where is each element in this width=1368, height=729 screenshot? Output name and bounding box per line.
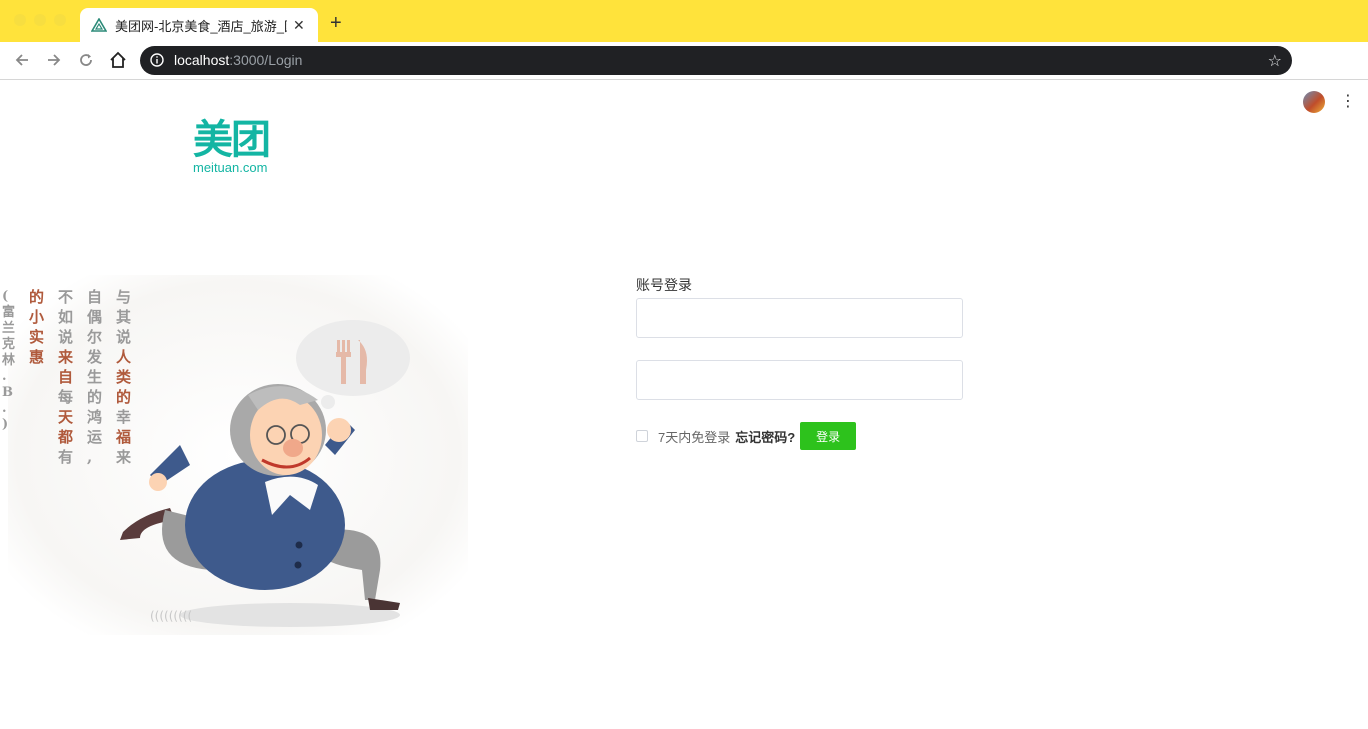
meituan-logo[interactable]: 美团 meituan.com: [193, 118, 283, 178]
info-icon[interactable]: [150, 53, 164, 67]
logo-en-text: meituan.com: [193, 160, 268, 175]
browser-tab-strip: 美团网-北京美食_酒店_旅游_团购 ✕ +: [0, 0, 1368, 42]
reload-icon[interactable]: [76, 50, 96, 70]
back-icon[interactable]: [12, 50, 32, 70]
forward-icon[interactable]: [44, 50, 64, 70]
window-minimize-dot[interactable]: [34, 14, 46, 26]
window-maximize-dot[interactable]: [54, 14, 66, 26]
tab-title: 美团网-北京美食_酒店_旅游_团购: [115, 18, 287, 34]
new-tab-icon[interactable]: +: [330, 13, 342, 33]
remember-label[interactable]: 7天内免登录: [658, 427, 730, 446]
login-heading: 账号登录: [636, 277, 692, 293]
login-options: 7天内免登录 忘记密码? 登录: [636, 422, 857, 450]
star-icon[interactable]: ☆: [1268, 51, 1282, 71]
window-close-dot[interactable]: [14, 14, 26, 26]
browser-tab-active[interactable]: 美团网-北京美食_酒店_旅游_团购 ✕: [80, 8, 318, 42]
franklin-illustration: 与其说 人类的 幸福来 自偶尔 发生的 鸿运, 不如说 来自每 天都有 的小实惠…: [0, 270, 475, 640]
tab-close-icon[interactable]: ✕: [293, 17, 305, 34]
url-text: localhost:3000/Login: [174, 52, 303, 68]
home-icon[interactable]: [108, 50, 128, 70]
login-form: 账号登录 7天内免登录 忘记密码? 登录: [636, 276, 963, 450]
forgot-password-link[interactable]: 忘记密码?: [735, 427, 795, 446]
profile-avatar[interactable]: [1303, 91, 1325, 113]
username-input[interactable]: [636, 298, 963, 338]
svg-text:(((((((((: (((((((((: [150, 609, 192, 623]
address-bar[interactable]: localhost:3000/Login ☆: [140, 46, 1292, 75]
favicon-icon: [91, 17, 107, 33]
password-input[interactable]: [636, 360, 963, 400]
logo-cn-text: 美团: [193, 118, 271, 162]
browser-toolbar: localhost:3000/Login ☆ ⋮: [0, 42, 1368, 113]
remember-checkbox[interactable]: [636, 430, 648, 442]
login-button[interactable]: 登录: [800, 422, 857, 450]
menu-icon[interactable]: ⋮: [1340, 92, 1356, 112]
